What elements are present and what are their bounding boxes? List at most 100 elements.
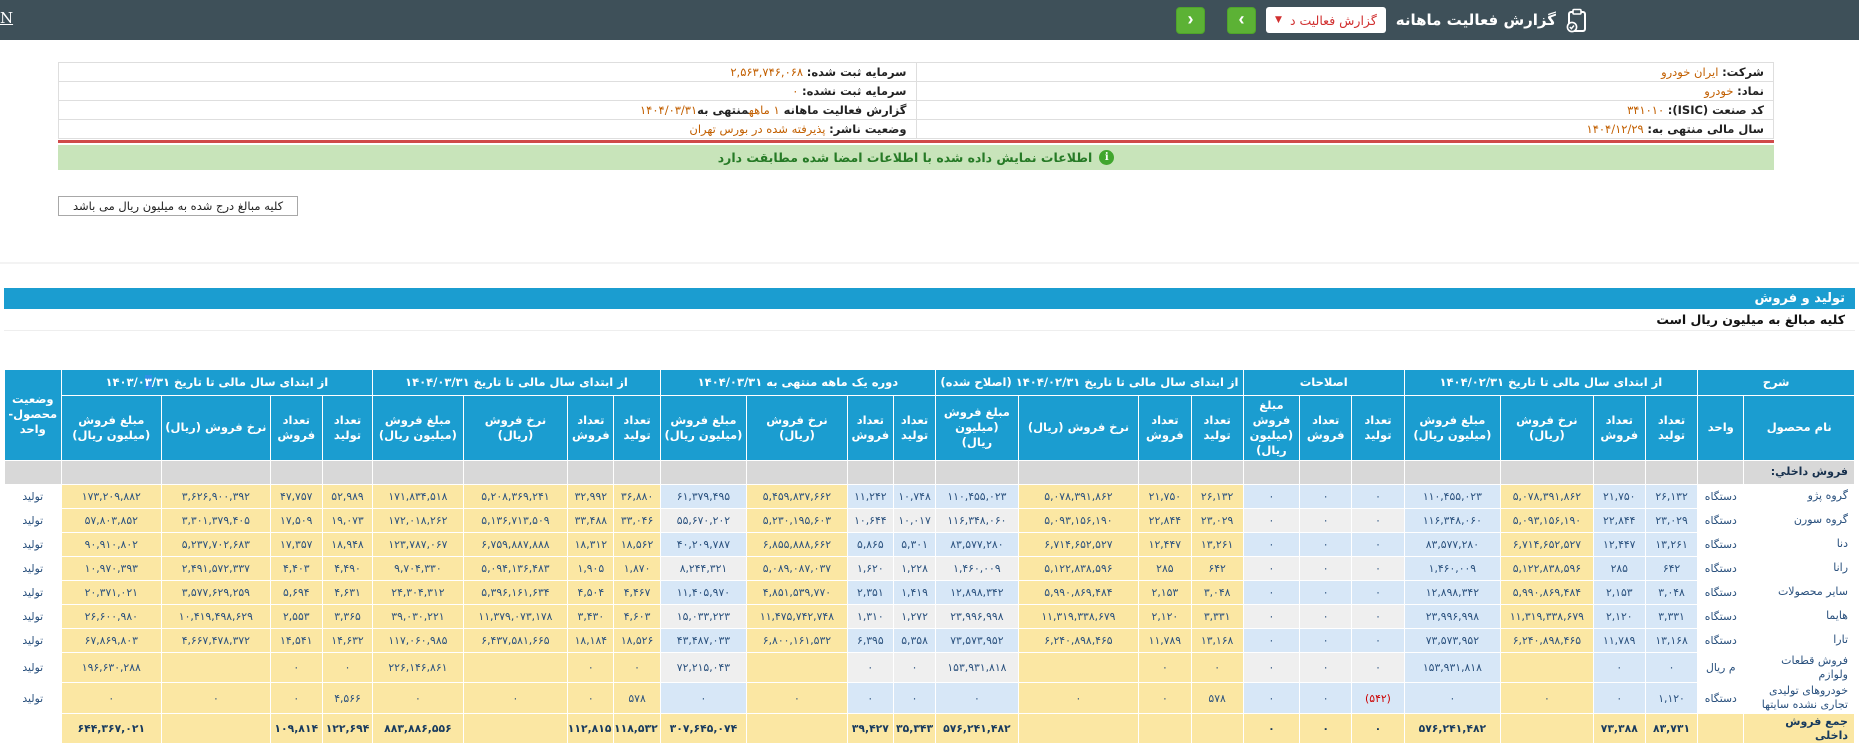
data-cell — [1501, 460, 1593, 484]
data-cell — [1139, 460, 1191, 484]
product-name-cell: دنا — [1744, 532, 1855, 556]
report-type-dropdown[interactable]: گزارش فعالیت د ▼ — [1266, 7, 1386, 33]
data-cell: ۱۸,۳۱۲ — [568, 532, 614, 556]
data-cell: ۳۹,۰۳۰,۲۲۱ — [373, 604, 464, 628]
data-cell: ۱۱,۳۱۹,۳۳۸,۶۷۹ — [1018, 604, 1139, 628]
data-cell — [463, 652, 568, 683]
data-cell: ۱۲,۸۹۸,۳۴۲ — [936, 580, 1018, 604]
data-cell: ۳,۴۳۰ — [568, 604, 614, 628]
data-cell: ۰ — [463, 683, 568, 714]
data-cell: ۱۳,۲۶۱ — [1645, 532, 1697, 556]
data-cell: ۰ — [1300, 683, 1352, 714]
data-cell: ۵,۱۳۶,۷۱۳,۵۰۹ — [463, 508, 568, 532]
data-cell: ۴,۶۶۷,۴۷۸,۳۷۲ — [162, 628, 271, 652]
data-cell: ۰ — [1243, 713, 1299, 744]
period-group-header: از ابتدای سال مالی تا تاریخ ۱۴۰۴/۰۲/۳۱ — [1404, 370, 1698, 396]
data-cell: ۵,۰۸۹,۰۸۷,۰۳۷ — [747, 556, 848, 580]
data-cell: ۰ — [1243, 508, 1299, 532]
product-name-cell: خودروهای تولیدی تجاری نشده سایتها — [1744, 683, 1855, 714]
data-cell: ۱۲,۸۹۸,۳۴۲ — [1404, 580, 1501, 604]
data-cell: ۱۱,۷۸۹ — [1593, 628, 1645, 652]
data-cell: ۰ — [747, 683, 848, 714]
product-name-cell: فروش قطعات ولوازم — [1744, 652, 1855, 683]
data-cell: ۱۹۶,۶۳۰,۲۸۸ — [61, 652, 162, 683]
issuer-status-cell: وضعیت ناشر: پذیرفته شده در بورس تهران — [59, 120, 917, 139]
data-cell: ۴,۴۶۷ — [614, 580, 660, 604]
data-cell: ۰ — [1300, 652, 1352, 683]
data-cell — [1593, 460, 1645, 484]
data-cell: دستگاه — [1698, 604, 1744, 628]
metric-header: مبلغ فروش (میلیون ریال) — [373, 396, 464, 461]
data-cell: ۰ — [1300, 484, 1352, 508]
data-cell: ۵,۳۹۶,۱۶۱,۶۳۴ — [463, 580, 568, 604]
data-cell: ۰ — [568, 652, 614, 683]
data-cell: ۲,۴۹۱,۵۷۲,۳۳۷ — [162, 556, 271, 580]
data-cell: ۱۱,۳۷۹,۰۷۳,۱۷۸ — [463, 604, 568, 628]
report-period-ending-label: منتهی به — [697, 103, 749, 117]
data-cell: ۱۹,۰۷۳ — [322, 508, 372, 532]
data-cell: ۱۰۹,۸۱۴ — [270, 713, 322, 744]
fiscal-year-cell: سال مالی منتهی به: ۱۴۰۴/۱۲/۲۹ — [916, 120, 1774, 139]
data-cell — [1404, 460, 1501, 484]
data-cell: ۱۵۳,۹۳۱,۸۱۸ — [1404, 652, 1501, 683]
registered-capital-label: سرمایه ثبت شده: — [807, 65, 907, 79]
report-period-date: ۱۴۰۴/۰۳/۳۱ — [640, 103, 697, 117]
period-group-header: اصلاحات — [1243, 370, 1404, 396]
data-cell: ۰ — [1300, 628, 1352, 652]
data-cell: ۱,۱۲۰ — [1645, 683, 1697, 714]
data-cell: ۵,۴۵۹,۸۳۷,۶۶۲ — [747, 484, 848, 508]
data-cell: ۲۳,۰۲۹ — [1645, 508, 1697, 532]
data-cell: ۴,۴۹۰ — [322, 556, 372, 580]
nav-back-button[interactable]: ‹ — [1176, 7, 1205, 34]
status-cell: تولید — [5, 604, 62, 628]
data-cell: ۵۷۸ — [1191, 683, 1243, 714]
data-cell: ۶۷,۸۶۹,۸۰۳ — [61, 628, 162, 652]
data-cell: ۰ — [1352, 628, 1404, 652]
data-cell: ۰ — [1300, 556, 1352, 580]
data-cell — [1645, 460, 1697, 484]
red-divider — [58, 140, 1774, 143]
data-cell — [61, 460, 162, 484]
data-cell: ۷۲,۲۱۵,۰۴۳ — [660, 652, 747, 683]
period-group-header: از ابتدای سال مالی تا تاریخ ۱۴۰۳/۰۳/۳۱ — [61, 370, 373, 396]
data-cell: ۲,۱۲۰ — [1593, 604, 1645, 628]
data-cell: ۰ — [1501, 683, 1593, 714]
data-cell — [1018, 713, 1139, 744]
company-info-table: شرکت: ایران خودرو سرمایه ثبت شده: ۲,۵۶۳,… — [58, 62, 1774, 139]
data-cell: ۰ — [1243, 604, 1299, 628]
data-cell: ۰ — [1593, 683, 1645, 714]
amounts-note-box: کلیه مبالغ درج شده به میلیون ریال می باش… — [58, 196, 298, 216]
table-row: رانادستگاه۶۴۲۲۸۵۵,۱۲۲,۸۳۸,۵۹۶۱,۴۶۰,۰۰۹۰۰… — [5, 556, 1855, 580]
nav-forward-button[interactable]: › — [1227, 7, 1256, 34]
data-cell: ۰ — [1352, 652, 1404, 683]
data-cell: ۱,۳۱۰ — [847, 604, 893, 628]
data-cell: ۳,۵۷۷,۶۲۹,۲۵۹ — [162, 580, 271, 604]
table-row: هایمادستگاه۳,۳۳۱۲,۱۲۰۱۱,۳۱۹,۳۳۸,۶۷۹۲۳,۹۹… — [5, 604, 1855, 628]
data-cell: ۱۴,۵۴۱ — [270, 628, 322, 652]
data-cell: ۵,۲۳۰,۱۹۵,۶۰۳ — [747, 508, 848, 532]
data-cell: ۳,۰۴۸ — [1191, 580, 1243, 604]
metric-header: تعداد تولید — [893, 396, 935, 461]
data-cell: ۱۵,۰۳۳,۲۲۳ — [660, 604, 747, 628]
data-cell: ۵,۲۰۸,۳۶۹,۲۴۱ — [463, 484, 568, 508]
data-cell: ۰ — [1243, 628, 1299, 652]
data-cell: ۶,۲۴۰,۸۹۸,۴۶۵ — [1501, 628, 1593, 652]
data-cell — [162, 652, 271, 683]
data-cell: ۰ — [568, 683, 614, 714]
data-cell: ۱۱۸,۵۳۲ — [614, 713, 660, 744]
data-cell: ۴,۶۰۳ — [614, 604, 660, 628]
production-table: شرحاز ابتدای سال مالی تا تاریخ ۱۴۰۴/۰۲/۳… — [4, 369, 1855, 744]
data-cell: ۴۷,۷۵۷ — [270, 484, 322, 508]
metric-header: تعداد فروش — [568, 396, 614, 461]
data-cell: ۷۳,۵۷۳,۹۵۲ — [1404, 628, 1501, 652]
issuer-status-label: وضعیت ناشر: — [829, 122, 906, 136]
unregistered-capital-cell: سرمایه ثبت نشده: ۰ — [59, 82, 917, 101]
data-cell: ۰ — [1352, 580, 1404, 604]
data-cell: ۰ — [1300, 532, 1352, 556]
data-cell: ۲۳,۰۲۹ — [1191, 508, 1243, 532]
data-cell: ۳۳,۴۸۸ — [568, 508, 614, 532]
data-cell: ۸۳,۵۷۷,۲۸۰ — [936, 532, 1018, 556]
data-cell: ۰ — [1243, 683, 1299, 714]
data-cell: ۳,۶۲۶,۹۰۰,۳۹۲ — [162, 484, 271, 508]
language-toggle[interactable]: EN — [0, 9, 13, 27]
